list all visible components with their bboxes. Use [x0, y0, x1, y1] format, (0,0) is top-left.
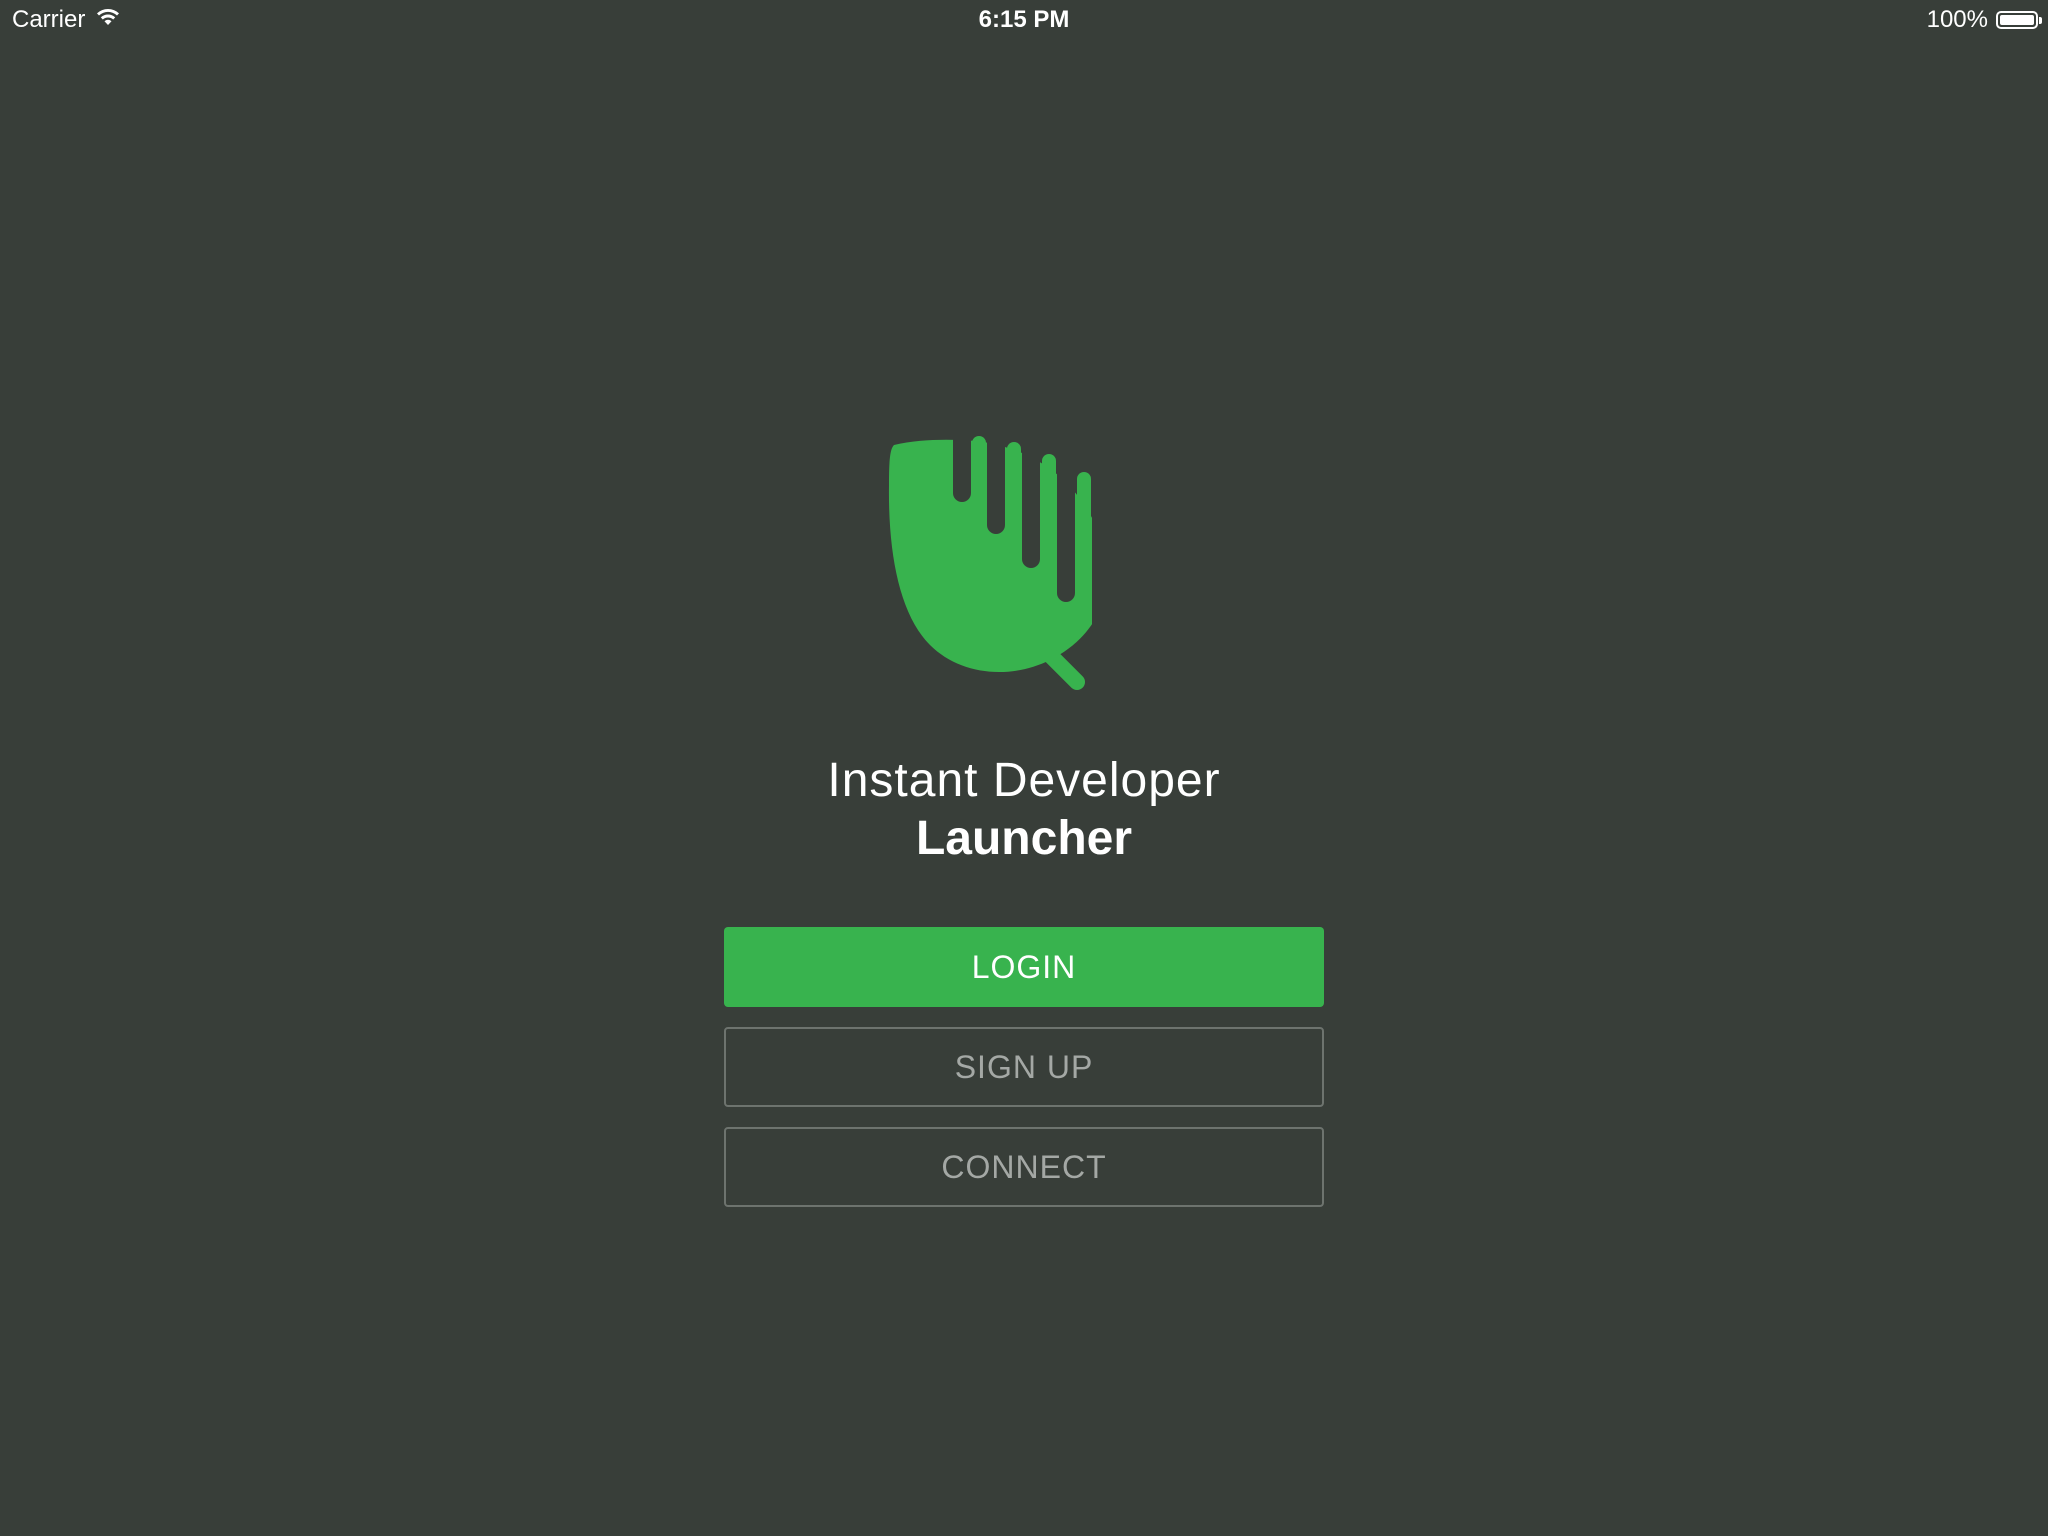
battery-percent: 100%	[1926, 6, 1988, 33]
battery-icon	[1996, 11, 2042, 29]
connect-button[interactable]: CONNECT	[724, 1127, 1324, 1207]
signup-button[interactable]: SIGN UP	[724, 1027, 1324, 1107]
title-line-product: Instant Developer	[827, 754, 1221, 807]
battery-tip	[2039, 17, 2042, 24]
status-right: 100%	[1926, 6, 2042, 34]
app-title: Instant Developer Launcher	[0, 752, 2048, 868]
leaf-logo-icon	[880, 426, 1160, 710]
title-line-app: Launcher	[915, 812, 1133, 865]
login-button[interactable]: LOGIN	[724, 927, 1324, 1007]
battery-fill	[2000, 15, 2034, 25]
status-bar: Carrier 6:15 PM 100%	[0, 0, 2048, 40]
status-time: 6:15 PM	[978, 6, 1070, 33]
launcher-screen: Carrier 6:15 PM 100% Instant Developer L…	[0, 0, 2048, 1536]
